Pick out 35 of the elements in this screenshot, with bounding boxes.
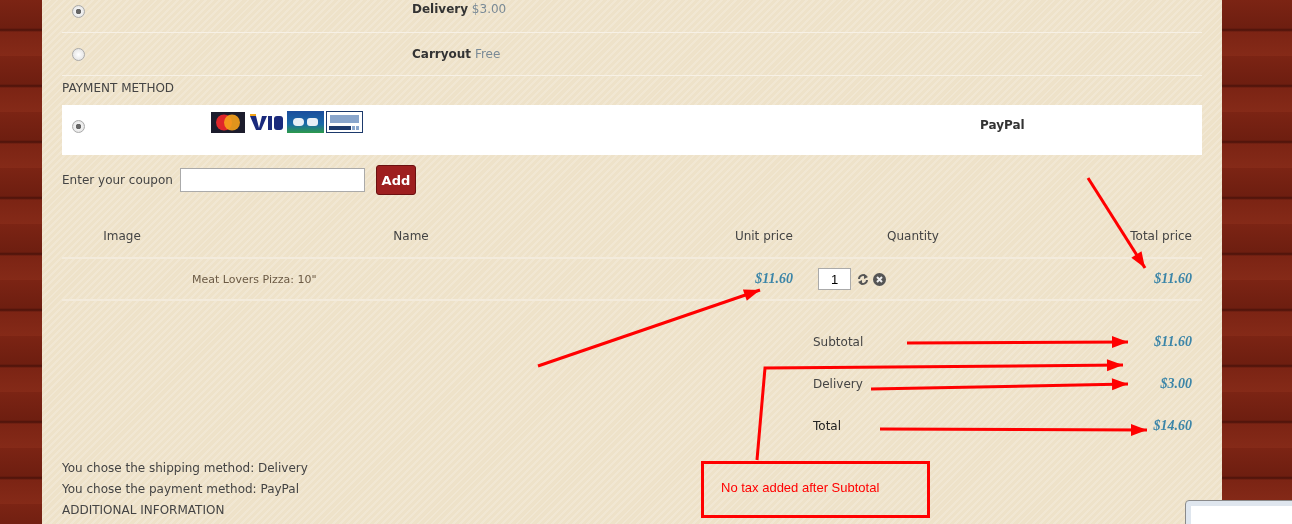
radio-button[interactable] (72, 5, 85, 18)
quantity-field[interactable]: 1 (818, 268, 851, 290)
column-header: Quantity (886, 229, 940, 243)
coupon-field[interactable] (179, 168, 365, 192)
card-logo (326, 111, 363, 133)
total-price: $11.60 (1153, 271, 1192, 287)
unit-price: $11.60 (754, 271, 793, 287)
shipping-option-label: Carryout Free (412, 47, 501, 61)
summary-label: Delivery (813, 377, 863, 391)
payment-option-label: PayPal (980, 118, 1025, 132)
shipping-option-label: Delivery $3.00 (412, 2, 507, 16)
summary-value: $14.60 (1152, 418, 1192, 434)
section-heading: ADDITIONAL INFORMATION (62, 503, 225, 517)
summary-value: $3.00 (1159, 376, 1192, 392)
card-logo (211, 111, 245, 133)
remove-icon[interactable] (873, 272, 886, 286)
column-header: Total price (1129, 229, 1192, 243)
confirmation-text: You chose the shipping method: Delivery (62, 461, 308, 477)
add-button[interactable]: Add (375, 165, 416, 195)
confirmation-text: You chose the payment method: PayPal (62, 482, 299, 498)
column-header: Image (102, 229, 142, 243)
coupon-label: Enter your coupon (62, 173, 173, 187)
summary-label: Subtotal (813, 335, 864, 349)
refresh-icon[interactable] (857, 272, 869, 286)
summary-value: $11.60 (1153, 334, 1192, 350)
radio-button[interactable] (72, 120, 85, 133)
annotation-box: No tax added after Subtotal (701, 461, 930, 518)
product-name: Meat Lovers Pizza: 10" (191, 272, 318, 286)
radio-button[interactable] (72, 47, 85, 61)
section-heading: PAYMENT METHOD (62, 80, 176, 97)
column-header: Name (392, 229, 430, 243)
summary-label: Total (813, 419, 842, 433)
card-logo (287, 111, 324, 133)
column-header: Unit price (733, 229, 793, 243)
card-logo (247, 111, 285, 133)
